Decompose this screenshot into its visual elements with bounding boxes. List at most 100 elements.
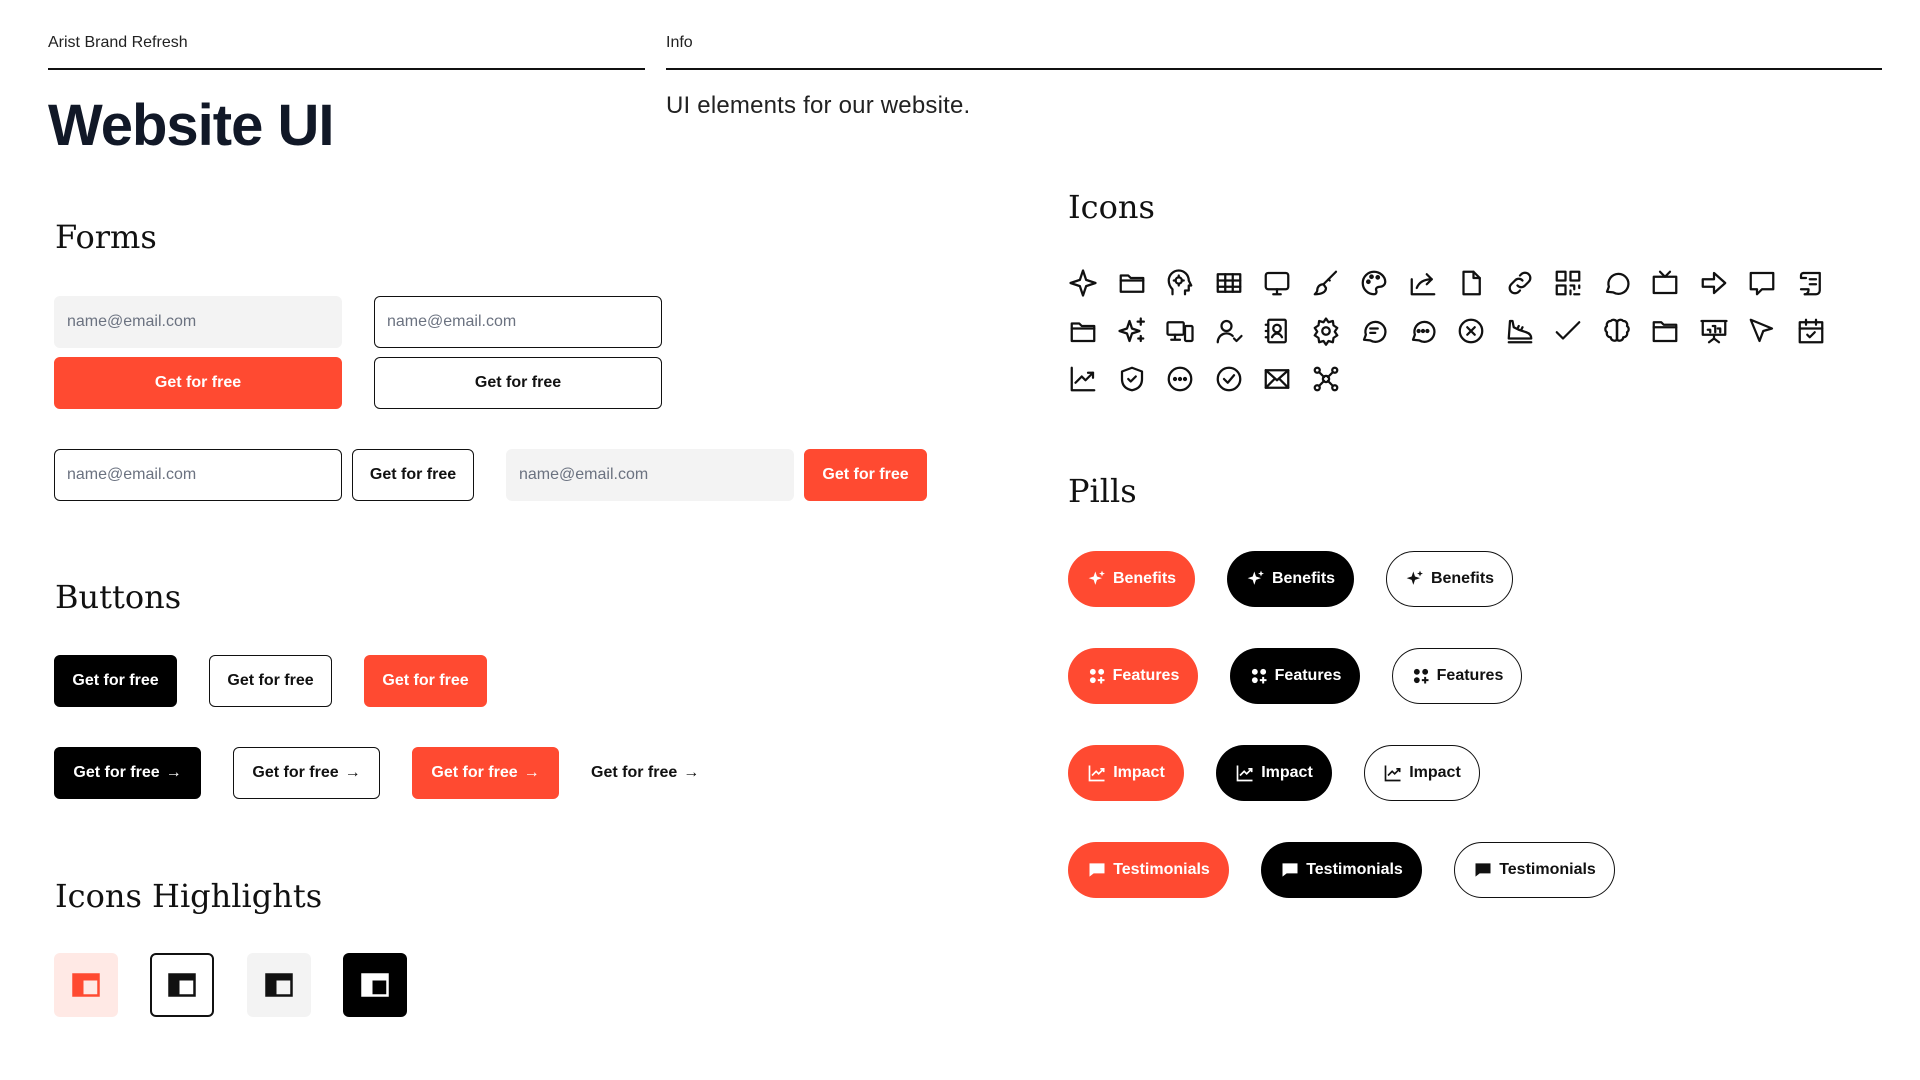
pill-impact[interactable]: Impact: [1364, 745, 1480, 801]
pill-features[interactable]: Features: [1230, 648, 1360, 704]
document-icon: [1456, 268, 1505, 316]
arrow-right-icon: →: [165, 764, 182, 781]
user-check-icon: [1214, 316, 1263, 364]
layout-highlight-tile[interactable]: [54, 953, 118, 1017]
monitor-icon: [1262, 268, 1311, 316]
palette-icon: [1359, 268, 1408, 316]
brain-icon: [1602, 316, 1651, 364]
sparkles-icon: [1406, 570, 1423, 585]
get-free-button[interactable]: Get for free: [54, 357, 342, 409]
close-circle-icon: [1456, 316, 1505, 364]
pill-label: Testimonials: [1113, 861, 1210, 878]
sparkles-icon: [1247, 570, 1264, 585]
checkmark-icon: [1553, 316, 1602, 364]
settings-icon: [1311, 316, 1360, 364]
grid-plus-icon: [1089, 668, 1105, 684]
pill-label: Testimonials: [1306, 861, 1403, 878]
pill-label: Benefits: [1430, 570, 1495, 587]
email-field[interactable]: name@email.com: [374, 296, 662, 348]
get-free-arrow-button[interactable]: Get for free →: [233, 747, 380, 799]
devices-icon: [1165, 316, 1214, 364]
tv-icon: [1650, 268, 1699, 316]
shield-check-icon: [1117, 364, 1166, 412]
trend-chart-icon: [1384, 765, 1401, 782]
forms-heading: Forms: [55, 218, 157, 256]
pill-label: Benefits: [1112, 570, 1177, 587]
qr-code-icon: [1553, 268, 1602, 316]
chat-lines-icon: [1359, 316, 1408, 364]
page-title: Website UI: [48, 93, 334, 158]
pill-impact[interactable]: Impact: [1216, 745, 1332, 801]
layout-highlight-tile[interactable]: [247, 953, 311, 1017]
button-label: Get for free: [73, 764, 160, 781]
get-free-link[interactable]: Get for free →: [591, 747, 738, 799]
message-icon: [1089, 863, 1105, 877]
dots-circle-icon: [1165, 364, 1214, 412]
message-icon: [1475, 863, 1491, 877]
layout-highlight-tile[interactable]: [150, 953, 214, 1017]
chat-dots-icon: [1408, 316, 1457, 364]
pill-label: Impact: [1113, 764, 1165, 781]
pill-label: Testimonials: [1499, 861, 1596, 878]
get-free-button[interactable]: Get for free: [54, 655, 177, 707]
pill-testimonials[interactable]: Testimonials: [1454, 842, 1615, 898]
get-free-button[interactable]: Get for free: [364, 655, 487, 707]
icons-highlights-heading: Icons Highlights: [55, 877, 323, 915]
get-free-button[interactable]: Get for free: [209, 655, 332, 707]
pill-label: Impact: [1409, 764, 1461, 781]
pill-testimonials[interactable]: Testimonials: [1261, 842, 1422, 898]
pill-label: Benefits: [1271, 570, 1336, 587]
folder-open-icon: [1068, 316, 1117, 364]
grid-plus-icon: [1413, 668, 1429, 684]
layout-icon: [361, 973, 389, 997]
message-icon: [1282, 863, 1298, 877]
email-field[interactable]: name@email.com: [506, 449, 794, 501]
arrow-right-icon: →: [523, 764, 540, 781]
pill-benefits[interactable]: Benefits: [1386, 551, 1513, 607]
sparkle-icon: [1068, 268, 1117, 316]
pill-impact[interactable]: Impact: [1068, 745, 1184, 801]
pill-label: Features: [1274, 667, 1342, 684]
email-field[interactable]: name@email.com: [54, 449, 342, 501]
layout-highlight-tile[interactable]: [343, 953, 407, 1017]
get-free-button[interactable]: Get for free: [352, 449, 474, 501]
contact-card-icon: [1262, 316, 1311, 364]
network-icon: [1311, 364, 1360, 412]
sneaker-icon: [1505, 316, 1554, 364]
button-label: Get for free: [431, 764, 518, 781]
button-label: Get for free: [591, 764, 678, 781]
sparkles-icon: [1088, 570, 1105, 585]
get-free-arrow-button[interactable]: Get for free →: [54, 747, 201, 799]
get-free-arrow-button[interactable]: Get for free →: [412, 747, 559, 799]
pill-features[interactable]: Features: [1068, 648, 1198, 704]
icon-row: [1068, 316, 1844, 364]
icon-row: [1068, 268, 1844, 316]
layout-icon: [72, 973, 100, 997]
pill-label: Features: [1112, 667, 1180, 684]
pill-label: Impact: [1261, 764, 1313, 781]
scroll-icon: [1796, 268, 1845, 316]
chat-bubble-icon: [1602, 268, 1651, 316]
arrow-right-icon: [1699, 268, 1748, 316]
pill-label: Features: [1436, 667, 1504, 684]
pill-benefits[interactable]: Benefits: [1227, 551, 1354, 607]
head-gear-icon: [1165, 268, 1214, 316]
sparkles-icon: [1117, 316, 1166, 364]
email-field[interactable]: name@email.com: [54, 296, 342, 348]
table-icon: [1214, 268, 1263, 316]
share-icon: [1408, 268, 1457, 316]
trend-chart-icon: [1236, 765, 1253, 782]
project-label: Arist Brand Refresh: [48, 34, 188, 51]
folder-alt-icon: [1650, 316, 1699, 364]
icon-row: [1068, 364, 1844, 412]
pill-testimonials[interactable]: Testimonials: [1068, 842, 1229, 898]
get-free-button[interactable]: Get for free: [374, 357, 662, 409]
info-label: Info: [666, 34, 693, 51]
pill-features[interactable]: Features: [1392, 648, 1522, 704]
get-free-button[interactable]: Get for free: [804, 449, 927, 501]
icons-heading: Icons: [1068, 188, 1155, 226]
presentation-icon: [1699, 316, 1748, 364]
pill-benefits[interactable]: Benefits: [1068, 551, 1195, 607]
pills-heading: Pills: [1068, 472, 1137, 510]
brush-icon: [1311, 268, 1360, 316]
